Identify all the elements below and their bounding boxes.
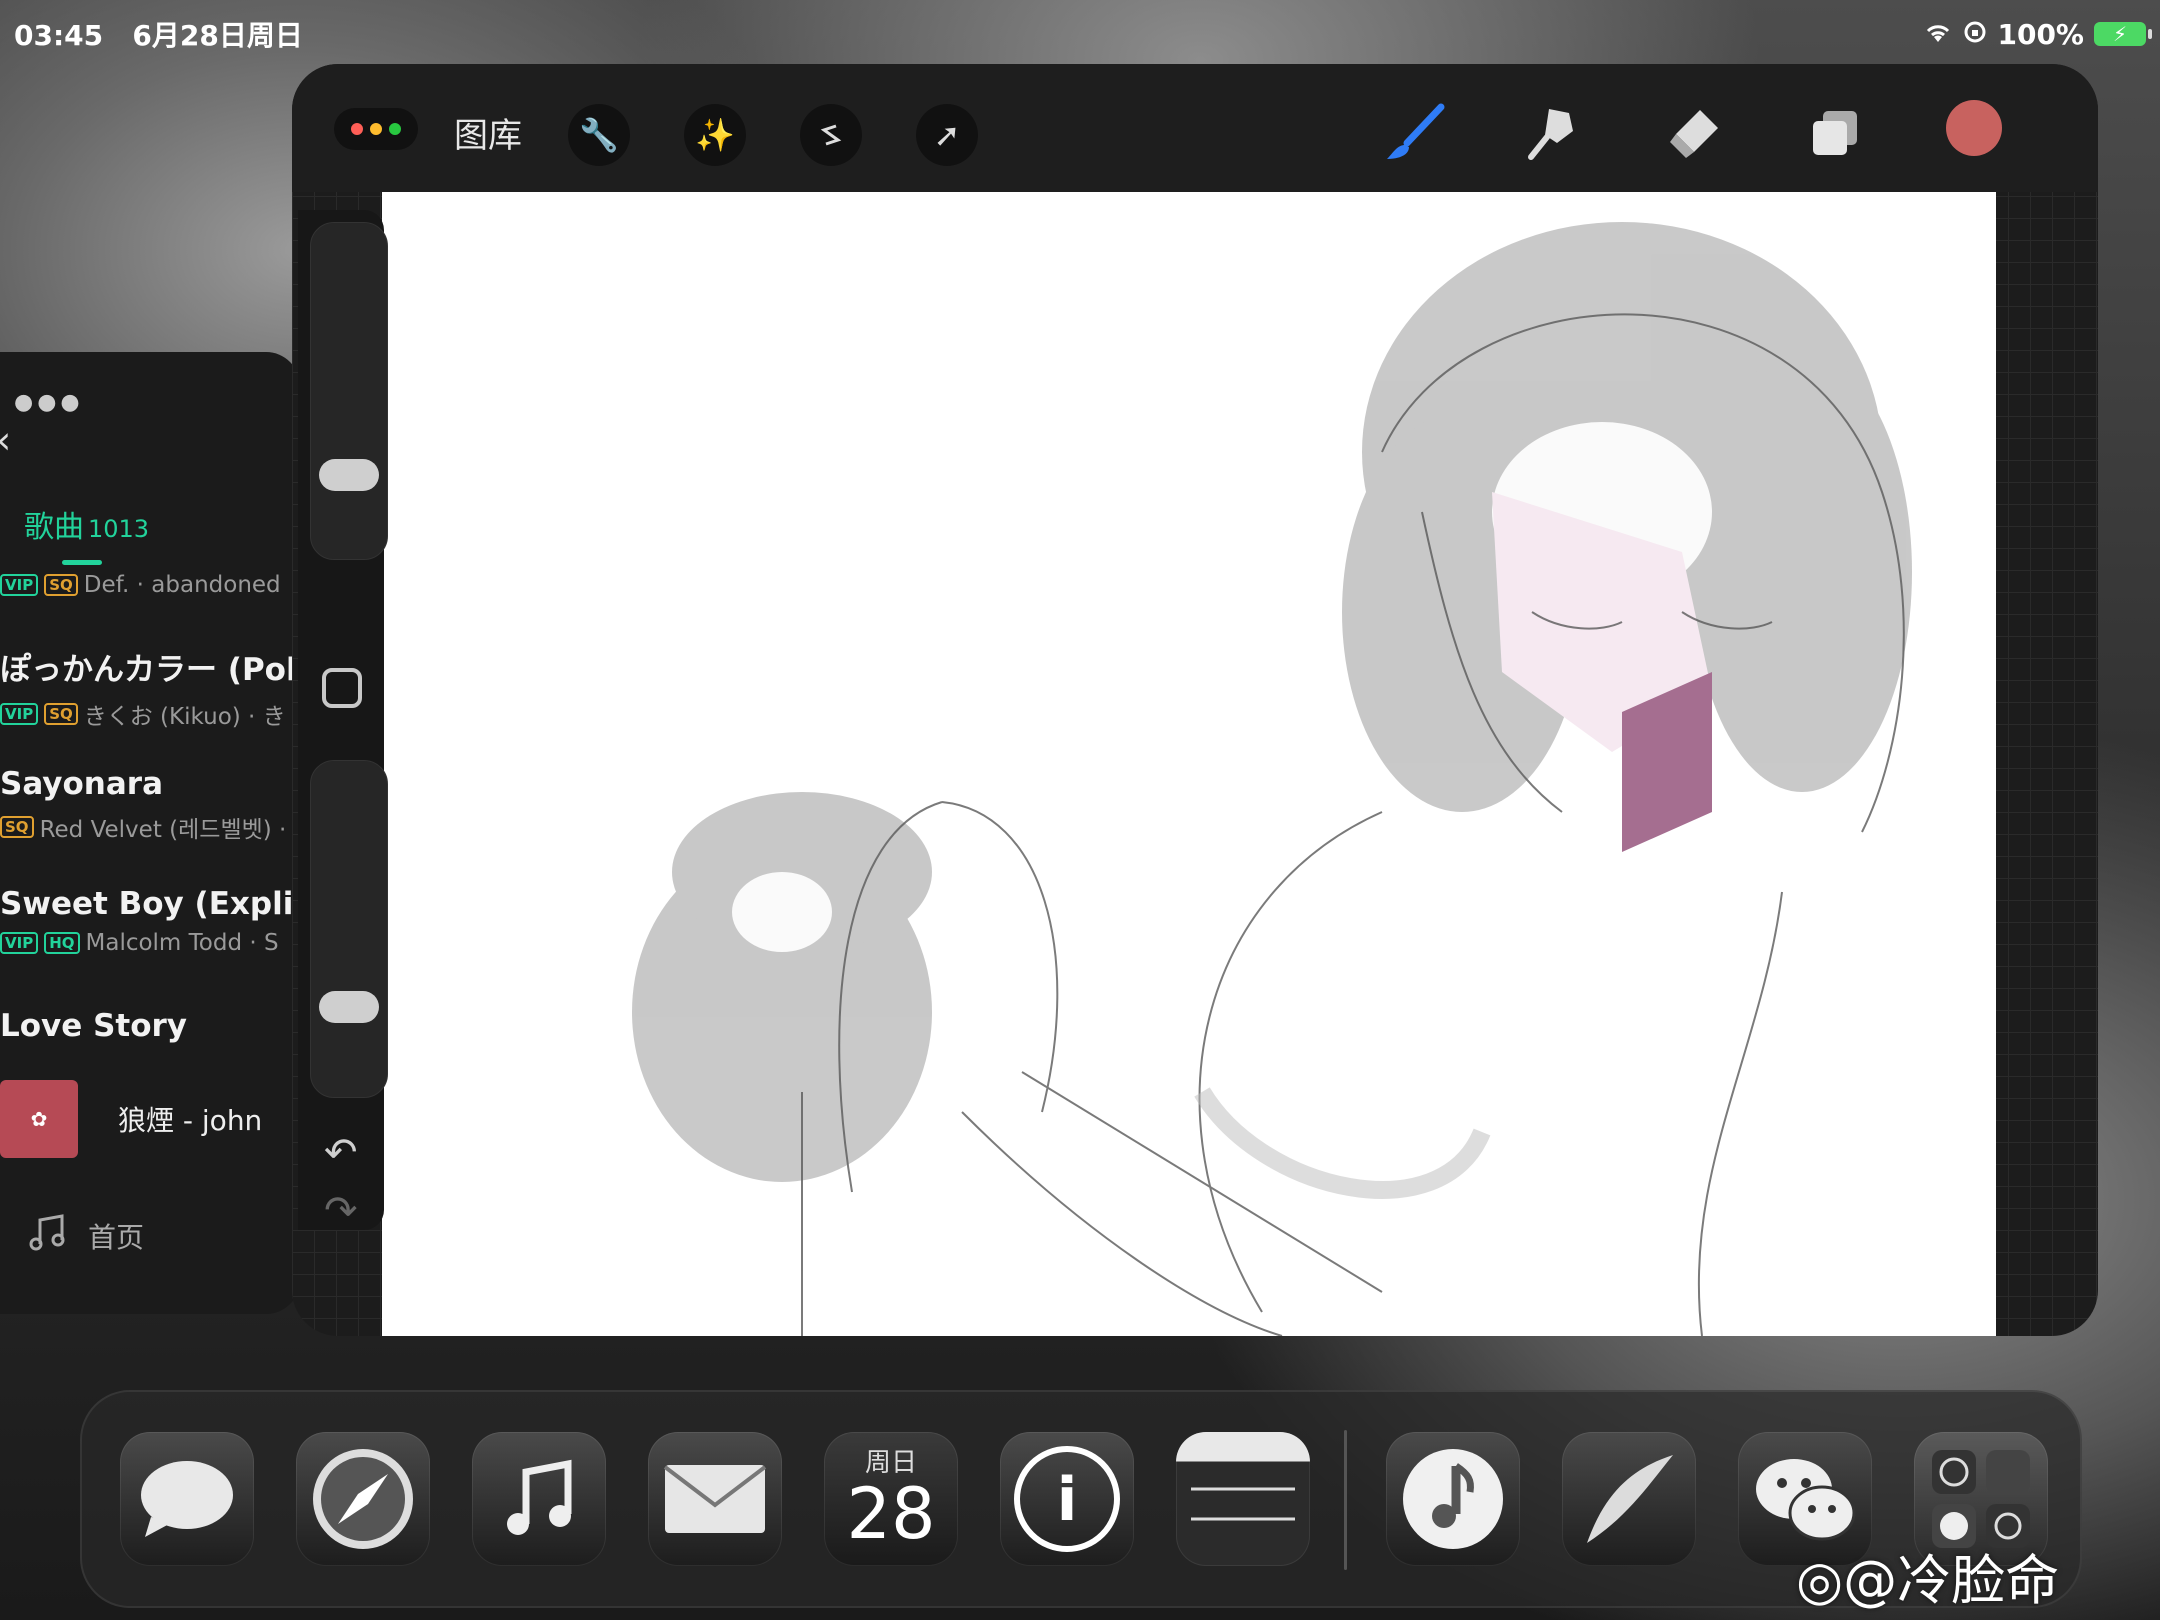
sq-badge: SQ [0,816,34,838]
dock-divider [1344,1430,1347,1570]
calendar-app-icon[interactable]: 周日 28 [824,1432,958,1566]
now-playing-bar[interactable]: ✿ 狼煙 - john [0,1076,300,1162]
battery-icon: ⚡ [2094,22,2152,46]
list-item[interactable]: Love Story [0,1008,300,1044]
battery-percent: 100% [1997,17,2084,51]
tab-home-label: 首页 [88,1220,145,1254]
sq-badge: SQ [44,703,78,725]
tab-songs-count: 1013 [88,515,150,543]
album-cover: ✿ [0,1080,78,1158]
song-title: Sweet Boy (Explicit) [0,886,300,922]
opacity-slider[interactable] [310,760,388,1098]
hq-badge: HQ [44,932,80,954]
watermark-text: @冷脸命 [1843,1549,2060,1612]
song-subtitle: SQ Red Velvet (레드벨벳) · [0,810,300,844]
song-artist: Def. · abandoned [83,572,281,598]
modify-button[interactable] [322,668,362,708]
orientation-lock-icon [1963,18,1987,51]
window-controls[interactable] [334,108,418,150]
procreate-app-icon[interactable] [1562,1432,1696,1566]
status-bar: 03:45 6月28日周日 100% ⚡ [14,14,2152,54]
calendar-date: 28 [846,1472,936,1555]
zoom-dot[interactable] [389,123,401,135]
vip-badge: VIP [0,932,39,954]
minimize-dot[interactable] [370,123,382,135]
more-dots-icon[interactable]: ●●● [14,390,84,415]
procreate-window[interactable]: 图库 🔧 ✨ ➚ ↶ ↷ [292,64,2098,1336]
music-note-icon [26,1210,70,1261]
layers-icon[interactable] [1800,98,1870,168]
transform-arrow-icon[interactable]: ➚ [916,104,978,166]
list-item[interactable]: Sayonara SQ Red Velvet (레드벨벳) · [0,766,300,844]
tab-home[interactable]: 首页 [26,1210,144,1261]
song-artist: きくお (Kikuo) · き [83,704,286,730]
brush-icon[interactable] [1380,98,1450,168]
ithome-app-icon[interactable]: i [1000,1432,1134,1566]
status-time: 03:45 [14,19,104,52]
status-right: 100% ⚡ [1923,17,2152,51]
song-artist: Malcolm Todd · S [85,930,279,956]
sq-badge: SQ [44,574,78,596]
list-item[interactable]: VIP SQ Def. · abandoned [0,564,300,598]
procreate-sidebar: ↶ ↷ [298,210,388,1234]
song-subtitle: VIP SQ Def. · abandoned [0,572,300,598]
close-dot[interactable] [351,123,363,135]
weibo-watermark: ◎@冷脸命 [1796,1536,2059,1615]
opacity-knob[interactable] [319,991,379,1023]
color-picker[interactable] [1946,100,2002,156]
vip-badge: VIP [0,703,39,725]
safari-app-icon[interactable] [296,1432,430,1566]
brush-size-knob[interactable] [319,459,379,491]
song-title: Love Story [0,1008,188,1044]
smudge-icon[interactable] [1518,98,1588,168]
wifi-icon [1923,18,1953,51]
selection-icon[interactable] [800,104,862,166]
undo-icon[interactable]: ↶ [324,1130,358,1176]
drawing-canvas[interactable] [382,192,1996,1336]
dock: 周日 28 i [80,1390,2082,1608]
notes-app-icon[interactable] [1176,1432,1310,1566]
song-title: ぽっかんカラー (Pokk [0,652,300,688]
song-artist: Red Velvet (레드벨벳) · [39,817,287,843]
actions-wrench-icon[interactable]: 🔧 [568,104,630,166]
song-title: Sayonara [0,766,163,802]
adjustments-wand-icon[interactable]: ✨ [684,104,746,166]
list-item[interactable]: ぽっかんカラー (Pokk VIP SQ きくお (Kikuo) · き [0,644,300,731]
music-slide-over[interactable]: ●●● ‹ 歌曲1013 VIP SQ Def. · abandoned ぽっか… [0,352,300,1314]
redo-icon[interactable]: ↷ [324,1188,358,1234]
back-chevron-icon[interactable]: ‹ [0,418,11,462]
music-app-icon[interactable] [472,1432,606,1566]
sketch-artwork [632,222,1912,1336]
tab-songs[interactable]: 歌曲 1013 [24,502,149,546]
now-playing-title: 狼煙 - john [118,1104,263,1137]
status-date: 6月28日周日 [132,19,303,52]
eraser-icon[interactable] [1660,98,1730,168]
gallery-button[interactable]: 图库 [454,108,522,157]
mail-app-icon[interactable] [648,1432,782,1566]
vip-badge: VIP [0,574,39,596]
messages-app-icon[interactable] [120,1432,254,1566]
tab-songs-label: 歌曲 [24,510,84,545]
list-item[interactable]: Sweet Boy (Explicit) VIP HQ Malcolm Todd… [0,886,300,956]
song-subtitle: VIP HQ Malcolm Todd · S [0,930,300,956]
qq-music-hd-app-icon[interactable] [1386,1432,1520,1566]
svg-text:i: i [1057,1465,1078,1535]
status-left: 03:45 6月28日周日 [14,14,303,54]
brush-size-slider[interactable] [310,222,388,560]
weibo-icon: ◎ [1796,1549,1844,1612]
procreate-toolbar: 图库 🔧 ✨ ➚ [292,64,2098,192]
song-subtitle: VIP SQ きくお (Kikuo) · き [0,697,300,731]
